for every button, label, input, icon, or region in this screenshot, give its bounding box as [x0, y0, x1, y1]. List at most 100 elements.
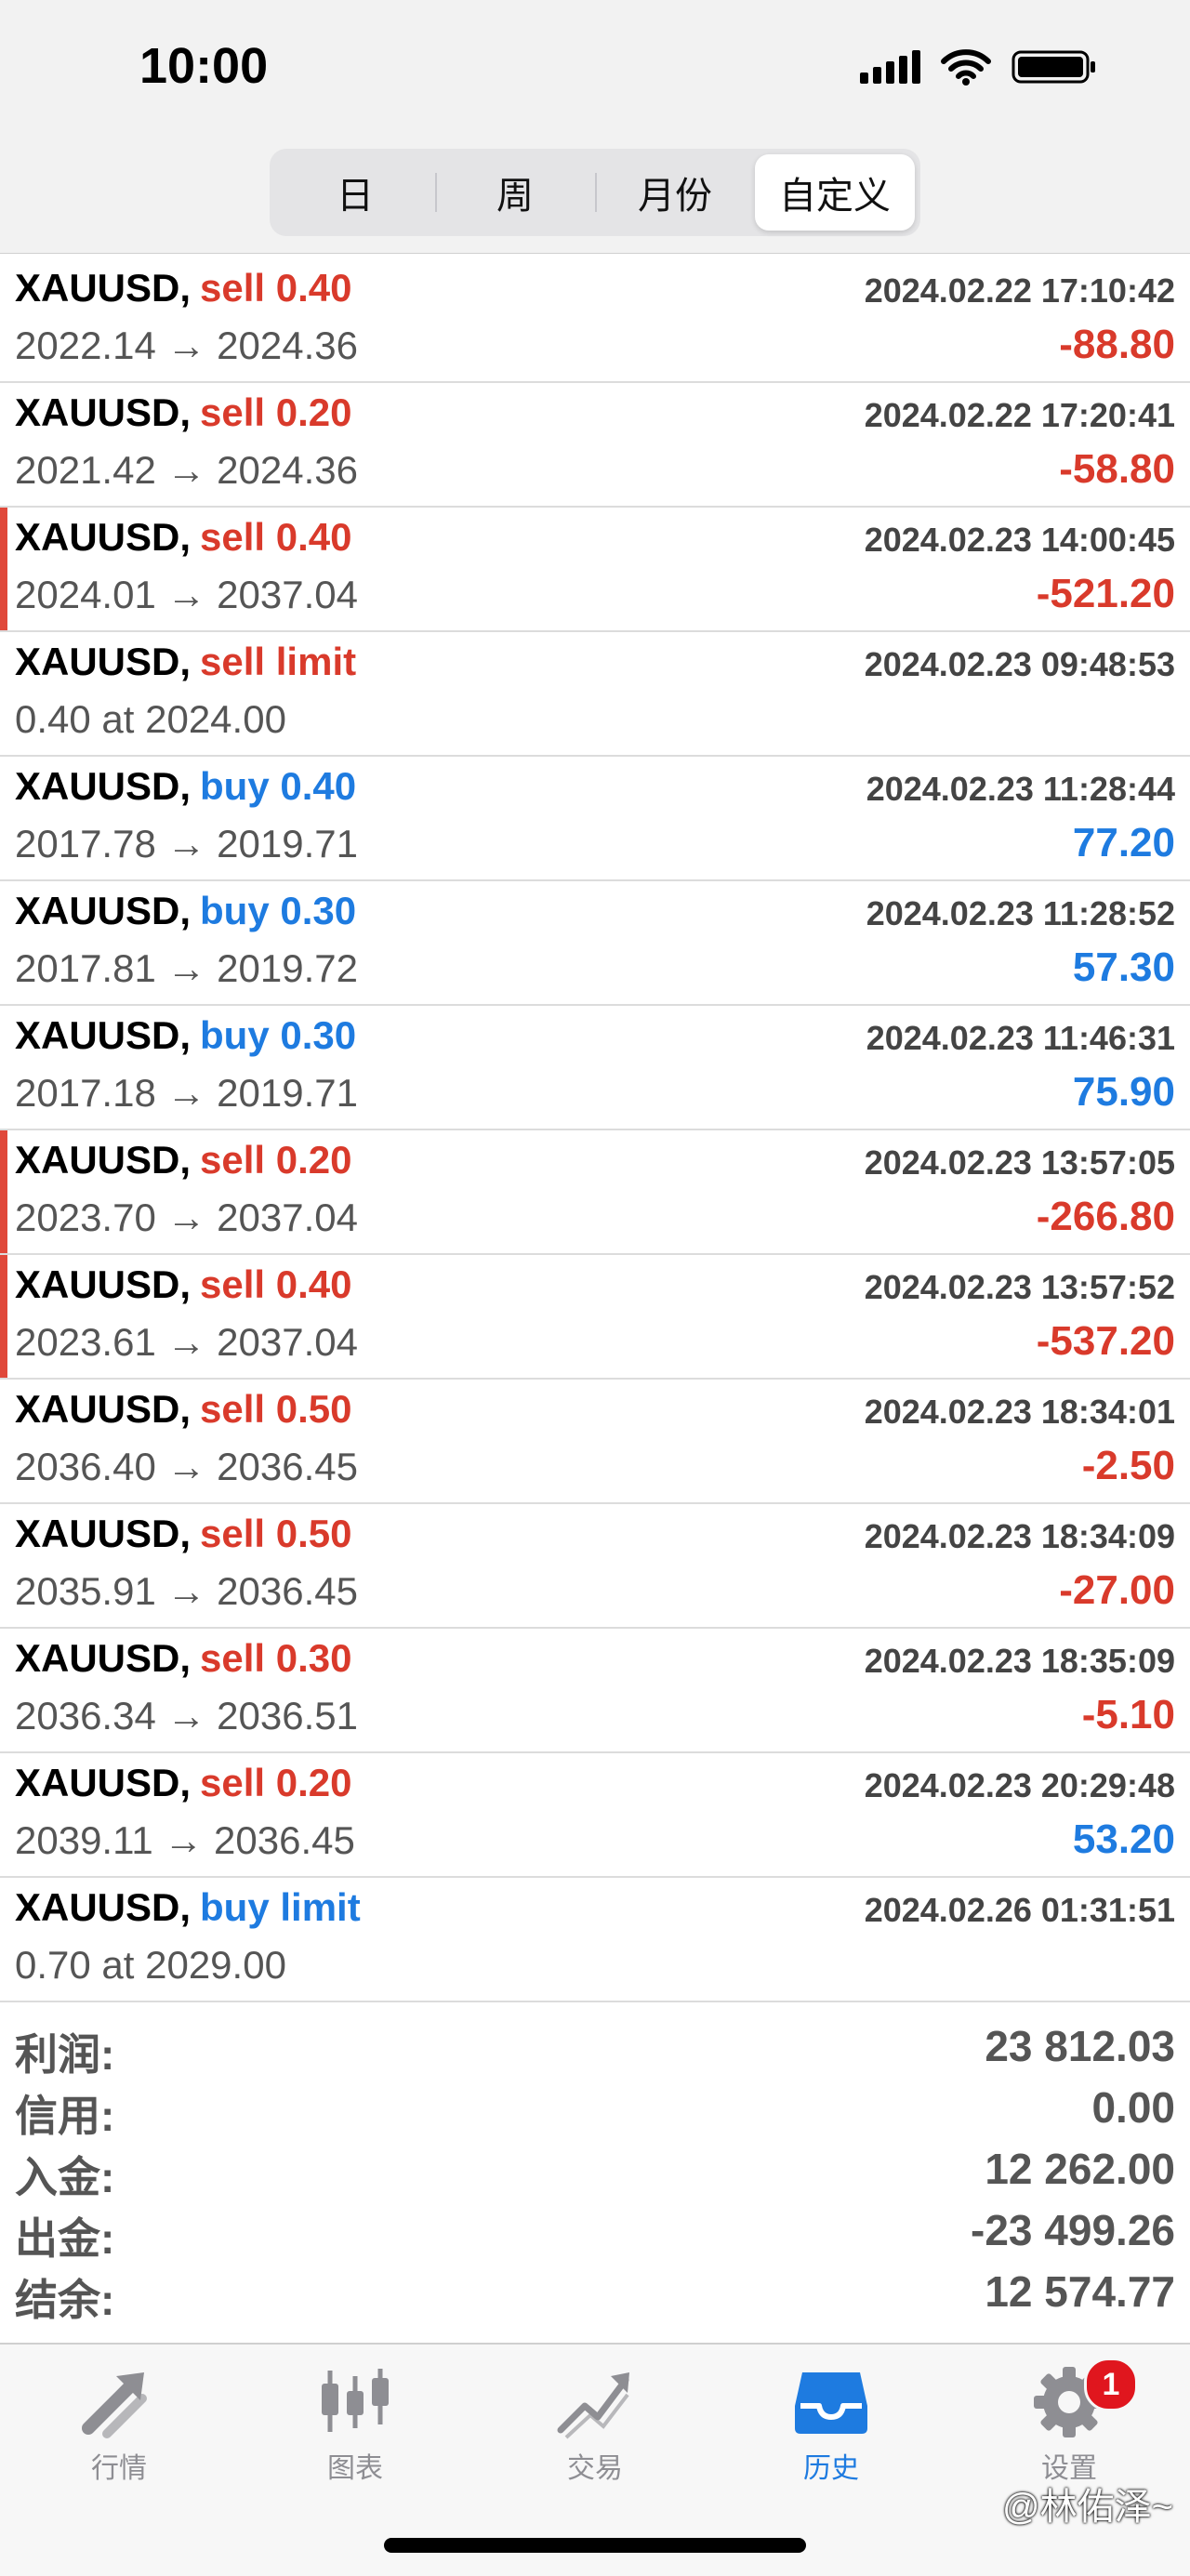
trade-time: 2024.02.23 20:29:48	[864, 1766, 1175, 1804]
summary-row-balance: 结余: 12 574.77	[0, 2261, 1190, 2324]
trade-side: sell 0.20	[200, 1138, 352, 1182]
trade-side: buy 0.30	[200, 1013, 357, 1057]
trade-symbol: XAUUSD,	[15, 1512, 192, 1555]
trade-side: buy limit	[200, 1885, 361, 1929]
trade-time: 2024.02.23 11:46:31	[866, 1019, 1175, 1057]
trade-symbol: XAUUSD,	[15, 1387, 192, 1431]
trade-symbol: XAUUSD,	[15, 764, 192, 808]
trade-profit: -5.10	[1081, 1692, 1175, 1737]
trade-side: sell 0.30	[200, 1636, 352, 1680]
trade-prices: 2017.18 → 2019.71	[15, 1071, 358, 1115]
trade-side: sell 0.20	[200, 390, 352, 434]
period-filter-bar: 日 周 月份 自定义	[0, 139, 1190, 254]
trade-prices: 2017.81 → 2019.72	[15, 946, 358, 990]
trade-row[interactable]: XAUUSD, buy 0.40 2024.02.23 11:28:44 2017…	[0, 757, 1190, 881]
account-summary: 利润: 23 812.03 信用: 0.00 入金: 12 262.00 出金:…	[0, 2015, 1190, 2324]
status-icons	[860, 48, 1097, 86]
trade-prices: 2017.78 → 2019.71	[15, 822, 358, 865]
summary-row-profit: 利润: 23 812.03	[0, 2015, 1190, 2079]
trade-row[interactable]: XAUUSD, sell 0.50 2024.02.23 18:34:01 203…	[0, 1380, 1190, 1504]
trade-time: 2024.02.26 01:31:51	[864, 1891, 1175, 1929]
trade-side: sell 0.40	[200, 1262, 352, 1306]
trade-row[interactable]: XAUUSD, sell 0.20 2024.02.23 13:57:05 202…	[0, 1130, 1190, 1255]
trade-row[interactable]: XAUUSD, sell 0.30 2024.02.23 18:35:09 203…	[0, 1629, 1190, 1753]
trade-prices: 2021.42 → 2024.36	[15, 448, 358, 492]
trade-side: sell 0.50	[200, 1512, 352, 1555]
tab-trade[interactable]: 交易	[530, 2363, 660, 2486]
trade-row[interactable]: XAUUSD, sell 0.40 2024.02.23 14:00:45 202…	[0, 508, 1190, 632]
summary-value: 0.00	[1091, 2083, 1175, 2132]
period-segmented-control: 日 周 月份 自定义	[270, 149, 920, 236]
home-indicator	[384, 2538, 806, 2553]
tab-week[interactable]: 周	[435, 154, 595, 231]
trade-profit: -27.00	[1059, 1567, 1175, 1613]
summary-value: 23 812.03	[985, 2022, 1175, 2070]
notification-badge: 1	[1084, 2358, 1138, 2411]
trade-time: 2024.02.22 17:10:42	[864, 271, 1175, 310]
trade-side: buy 0.30	[200, 889, 357, 932]
trade-profit: -58.80	[1059, 446, 1175, 492]
trade-profit: 57.30	[1072, 945, 1175, 990]
trade-symbol: XAUUSD,	[15, 390, 192, 434]
tab-settings[interactable]: 1 设置	[1004, 2358, 1138, 2486]
summary-value: -23 499.26	[971, 2206, 1175, 2254]
summary-row-withdrawal: 出金: -23 499.26	[0, 2200, 1190, 2263]
trade-profit: -521.20	[1036, 571, 1175, 616]
trade-row[interactable]: XAUUSD, sell 0.50 2024.02.23 18:34:09 203…	[0, 1504, 1190, 1629]
tab-charts[interactable]: 图表	[290, 2363, 420, 2486]
trade-row[interactable]: XAUUSD, buy 0.30 2024.02.23 11:28:52 2017…	[0, 881, 1190, 1006]
trade-row[interactable]: XAUUSD, sell 0.20 2024.02.23 20:29:48 203…	[0, 1753, 1190, 1878]
summary-value: 12 262.00	[985, 2145, 1175, 2193]
trade-row[interactable]: XAUUSD, buy 0.30 2024.02.23 11:46:31 2017…	[0, 1006, 1190, 1130]
cellular-signal-icon	[860, 50, 920, 84]
trade-time: 2024.02.23 18:34:09	[864, 1517, 1175, 1555]
trade-prices: 2022.14 → 2024.36	[15, 324, 358, 367]
tab-history[interactable]: 历史	[766, 2363, 896, 2486]
trade-prices: 2036.34 → 2036.51	[15, 1694, 358, 1737]
trade-prices: 2023.70 → 2037.04	[15, 1196, 358, 1239]
trade-time: 2024.02.23 13:57:05	[864, 1143, 1175, 1182]
trade-prices: 2023.61 → 2037.04	[15, 1320, 358, 1364]
trade-side: sell 0.20	[200, 1761, 352, 1804]
trade-prices: 2035.91 → 2036.45	[15, 1569, 358, 1613]
tab-label: 历史	[803, 2453, 859, 2484]
trade-time: 2024.02.23 18:35:09	[864, 1642, 1175, 1680]
trade-profit: 53.20	[1072, 1816, 1175, 1862]
tab-custom[interactable]: 自定义	[755, 154, 915, 231]
trade-profit: -88.80	[1059, 322, 1175, 367]
trade-side: sell limit	[200, 640, 357, 683]
tab-day[interactable]: 日	[275, 154, 435, 231]
trade-time: 2024.02.23 11:28:52	[866, 894, 1175, 932]
trade-row[interactable]: XAUUSD, sell 0.40 2024.02.22 17:10:42 202…	[0, 258, 1190, 383]
trade-time: 2024.02.23 11:28:44	[866, 770, 1175, 808]
trade-symbol: XAUUSD,	[15, 266, 192, 310]
trade-profit: -2.50	[1081, 1443, 1175, 1488]
trade-side: sell 0.40	[200, 266, 352, 310]
trade-row[interactable]: XAUUSD, sell 0.40 2024.02.23 13:57:52 202…	[0, 1255, 1190, 1380]
trade-time: 2024.02.23 14:00:45	[864, 521, 1175, 559]
trade-symbol: XAUUSD,	[15, 889, 192, 932]
trade-side: buy 0.40	[200, 764, 357, 808]
tab-label: 交易	[567, 2453, 623, 2484]
status-bar: 10:00	[0, 0, 1190, 139]
summary-label: 出金:	[15, 2214, 115, 2263]
trade-side: sell 0.40	[200, 515, 352, 559]
wifi-icon	[941, 48, 991, 86]
summary-row-credit: 信用: 0.00	[0, 2077, 1190, 2140]
trade-prices: 2024.01 → 2037.04	[15, 573, 358, 616]
trade-symbol: XAUUSD,	[15, 640, 192, 683]
summary-row-deposit: 入金: 12 262.00	[0, 2138, 1190, 2201]
summary-label: 利润:	[15, 2030, 115, 2079]
trade-symbol: XAUUSD,	[15, 515, 192, 559]
trade-symbol: XAUUSD,	[15, 1761, 192, 1804]
trade-row[interactable]: XAUUSD, sell 0.20 2024.02.22 17:20:41 202…	[0, 383, 1190, 508]
trade-symbol: XAUUSD,	[15, 1262, 192, 1306]
tab-quotes[interactable]: 行情	[54, 2363, 184, 2486]
trade-side: sell 0.50	[200, 1387, 352, 1431]
trade-row[interactable]: XAUUSD, sell limit 2024.02.23 09:48:53 0.…	[0, 632, 1190, 757]
trade-time: 2024.02.23 13:57:52	[864, 1268, 1175, 1306]
trade-row[interactable]: XAUUSD, buy limit 2024.02.26 01:31:51 0.7…	[0, 1878, 1190, 2002]
trade-profit: -266.80	[1036, 1194, 1175, 1239]
status-time: 10:00	[139, 38, 269, 94]
tab-month[interactable]: 月份	[595, 154, 755, 231]
